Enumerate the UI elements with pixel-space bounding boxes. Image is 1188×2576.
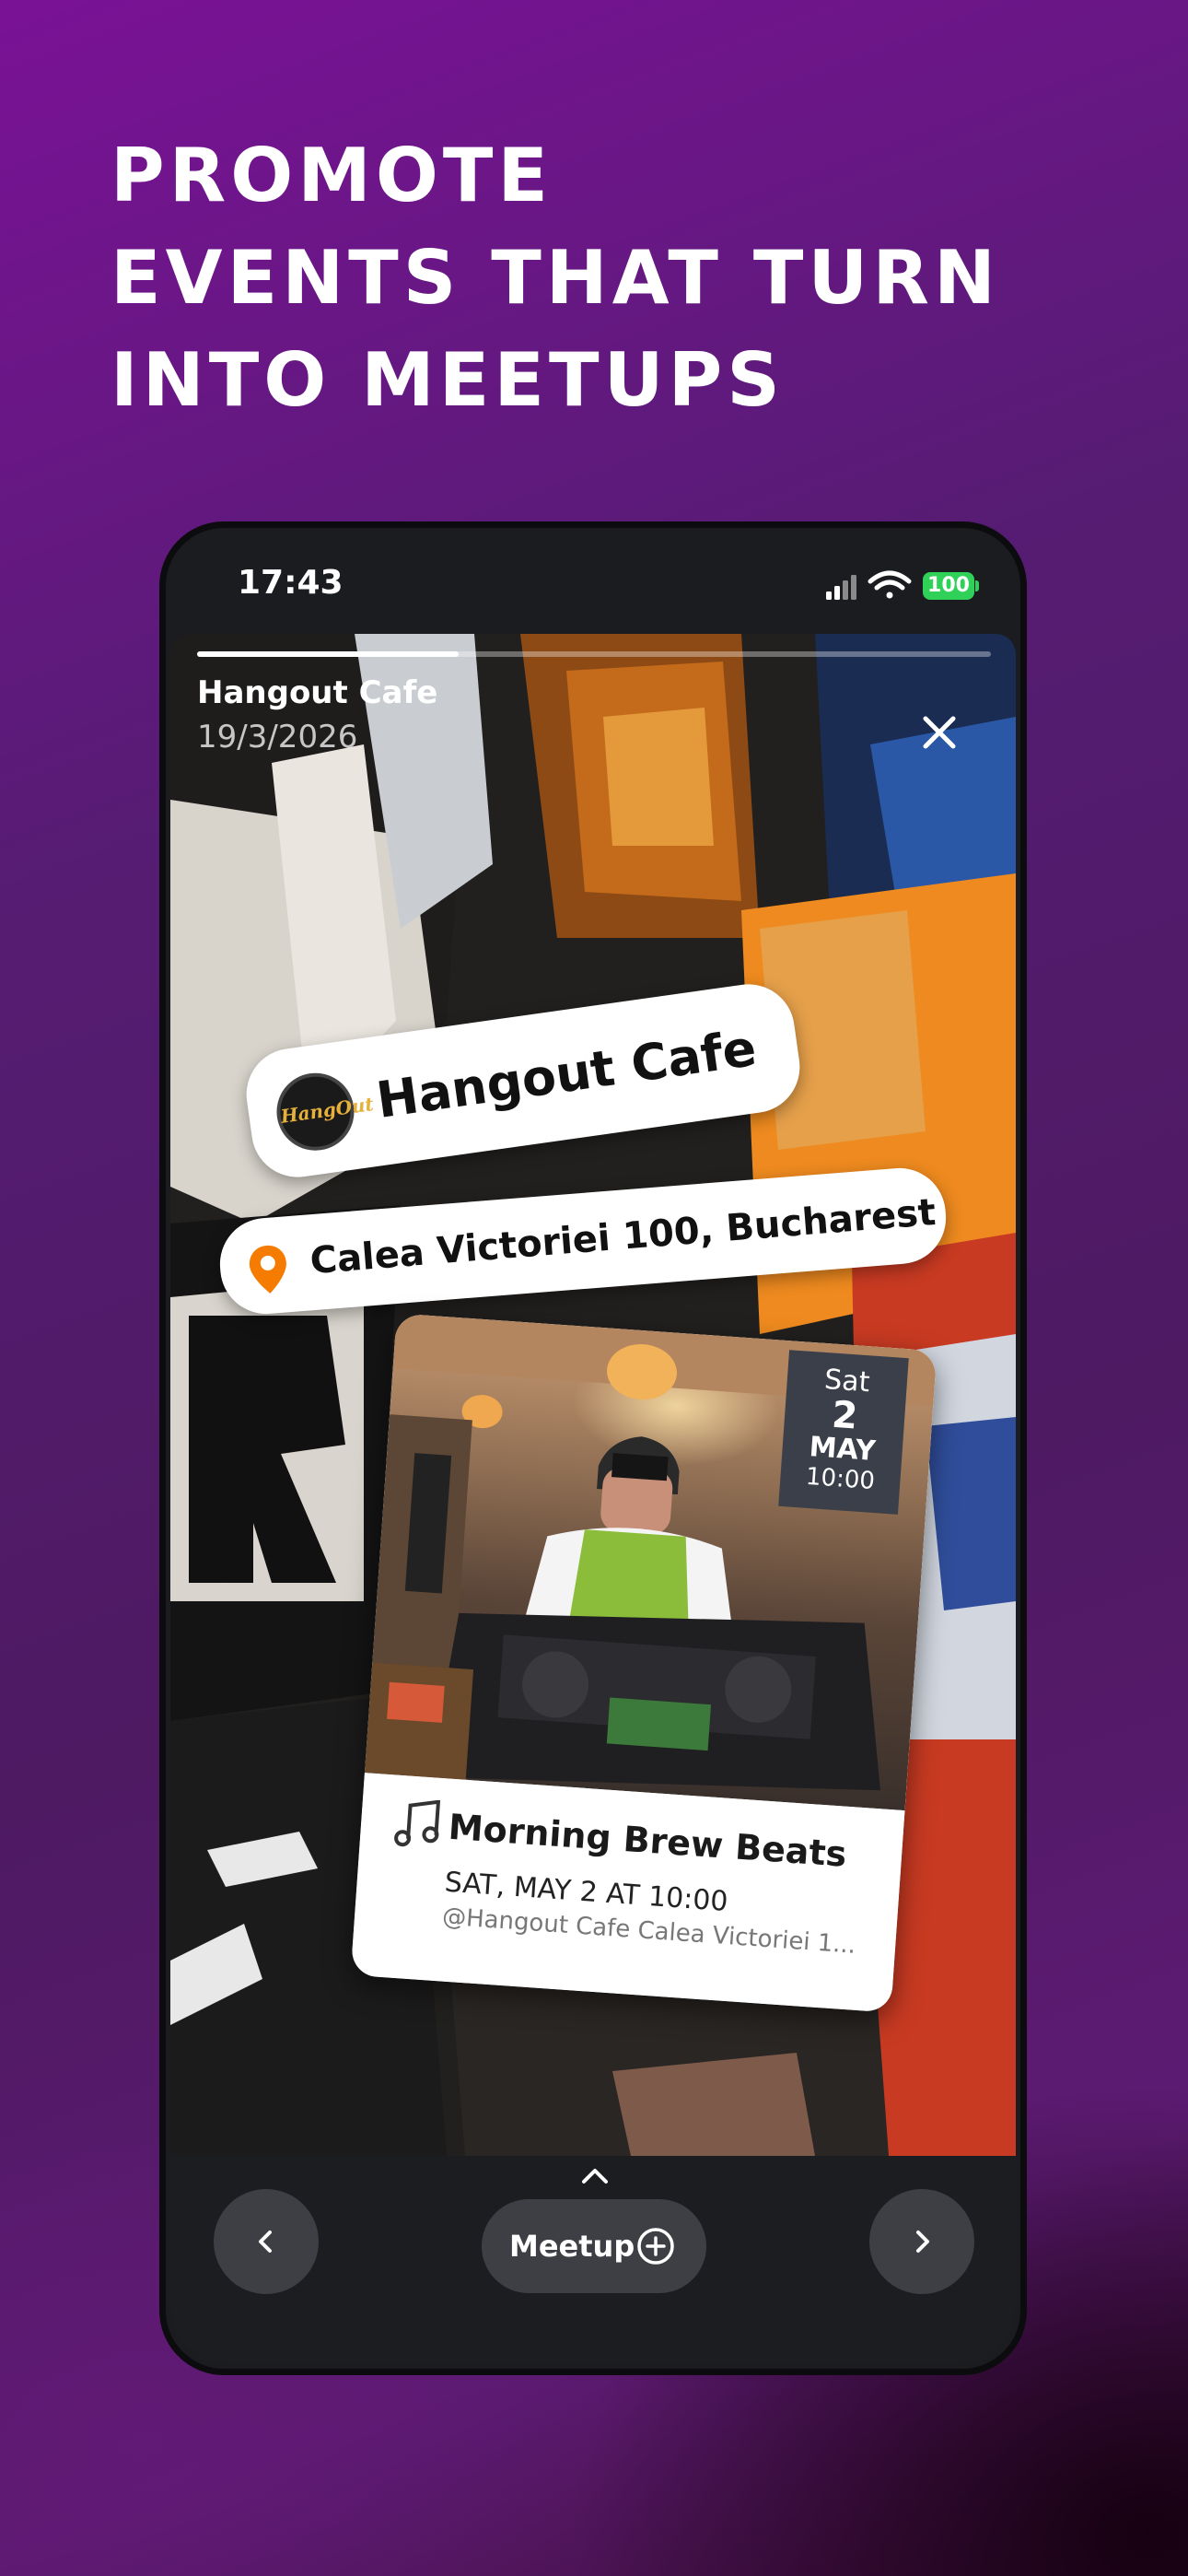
story-progress-fill bbox=[197, 651, 460, 657]
status-time: 17:43 bbox=[238, 564, 344, 602]
venue-sticker-name: Hangout Cafe bbox=[373, 1018, 760, 1130]
event-info: Morning Brew Beats SAT, MAY 2 AT 10:00 @… bbox=[350, 1773, 905, 2013]
next-button[interactable] bbox=[869, 2189, 974, 2294]
headline-line-1: PROMOTE bbox=[111, 133, 553, 218]
story-date: 19/3/2026 bbox=[197, 719, 358, 755]
chevron-up-icon[interactable] bbox=[577, 2161, 613, 2189]
battery-tip bbox=[975, 580, 979, 591]
promo-headline: PROMOTE EVENTS THAT TURN INTO MEETUPS bbox=[111, 124, 1000, 431]
meetup-label: Meetup bbox=[509, 2229, 635, 2264]
story-venue-name[interactable]: Hangout Cafe bbox=[197, 674, 437, 711]
event-card[interactable]: Sat 2 MAY 10:00 Morning Brew Beats SAT, … bbox=[350, 1313, 938, 2013]
music-note-icon bbox=[394, 1799, 441, 1847]
battery-icon: 100 bbox=[923, 572, 974, 600]
headline-line-2: EVENTS THAT TURN bbox=[111, 235, 1000, 321]
event-photo: Sat 2 MAY 10:00 bbox=[364, 1313, 938, 1811]
close-icon[interactable] bbox=[912, 705, 967, 760]
wifi-icon bbox=[868, 570, 912, 599]
chevron-left-icon bbox=[259, 2231, 272, 2253]
signal-icon bbox=[826, 575, 856, 600]
event-title: Morning Brew Beats bbox=[447, 1806, 848, 1875]
chevron-right-icon bbox=[916, 2231, 929, 2253]
meetup-button[interactable]: Meetup bbox=[482, 2199, 706, 2293]
previous-button[interactable] bbox=[214, 2189, 319, 2294]
location-pin-icon bbox=[249, 1245, 286, 1294]
venue-logo: HangOut bbox=[272, 1068, 375, 1156]
plus-circle-icon bbox=[637, 2228, 674, 2265]
headline-line-3: INTO MEETUPS bbox=[111, 337, 785, 423]
event-date-badge: Sat 2 MAY 10:00 bbox=[778, 1350, 909, 1515]
